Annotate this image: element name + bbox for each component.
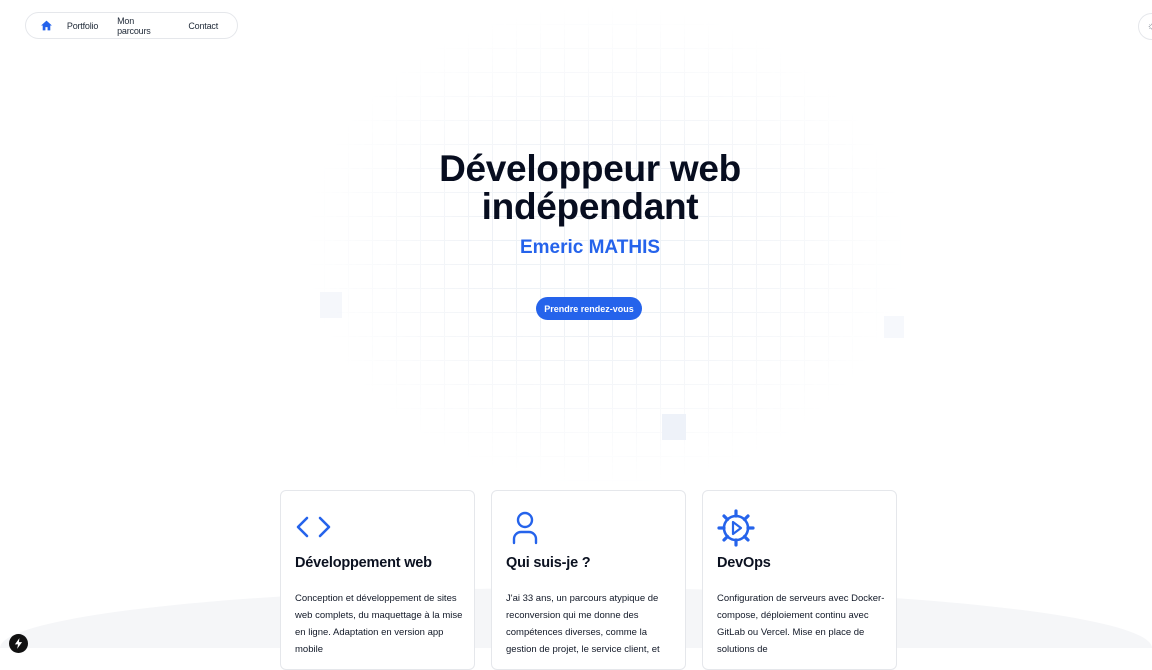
book-appointment-button[interactable]: Prendre rendez-vous: [536, 297, 642, 320]
card-about: Qui suis-je ? J'ai 33 ans, un parcours a…: [491, 490, 686, 670]
user-icon: [512, 511, 538, 545]
framework-badge[interactable]: [9, 634, 28, 653]
hero-title-line-1: Développeur web: [439, 148, 741, 189]
theme-toggle-button[interactable]: ☼: [1138, 13, 1152, 40]
card-title: Développement web: [295, 555, 432, 571]
main-nav: Portfolio Mon parcours Contact: [25, 12, 238, 39]
card-devops: DevOps Configuration de serveurs avec Do…: [702, 490, 897, 670]
hero-subtitle: Emeric MATHIS: [519, 237, 661, 258]
nav-item-contact[interactable]: Contact: [188, 21, 218, 31]
card-web-development: Développement web Conception et développ…: [280, 490, 475, 670]
code-icon: [296, 516, 331, 538]
sun-icon: ☼: [1147, 21, 1152, 32]
card-title: Qui suis-je ?: [506, 555, 591, 571]
nav-home-link[interactable]: [40, 19, 54, 33]
hero-title-line-2: indépendant: [481, 186, 699, 227]
nav-item-mon-parcours[interactable]: Mon parcours: [117, 16, 169, 36]
home-icon: [41, 20, 52, 30]
lightning-icon: [14, 638, 23, 649]
grid-highlight-cell: [320, 292, 342, 318]
gear-icon: [717, 509, 755, 547]
card-title: DevOps: [717, 555, 771, 571]
nav-item-portfolio[interactable]: Portfolio: [67, 21, 98, 31]
hero-title: Développeur web indépendant: [0, 150, 1152, 226]
grid-highlight-cell: [662, 414, 686, 440]
grid-highlight-cell: [884, 316, 904, 338]
